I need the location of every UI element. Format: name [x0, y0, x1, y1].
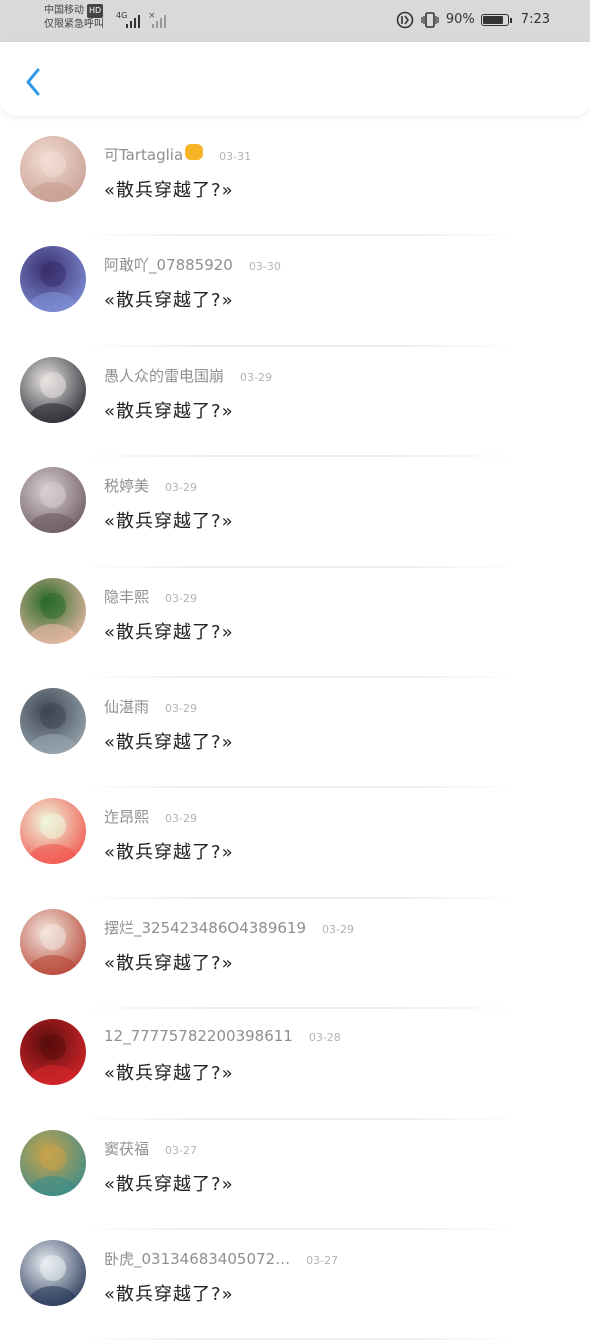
avatar-image [20, 798, 86, 865]
avatar[interactable] [20, 356, 86, 423]
data-saver-icon [396, 11, 414, 29]
comment-item[interactable]: 12_77775782200398611 03-28 «散兵穿越了?» [0, 1009, 590, 1120]
comment-date: 03-29 [165, 591, 197, 605]
top-bar [0, 42, 590, 116]
comment-meta: 阿敢吖_07885920 03-30 [104, 254, 281, 275]
comment-date: 03-29 [240, 370, 272, 384]
comment-text: «散兵穿越了?» [104, 1173, 234, 1195]
comment-date: 03-27 [306, 1253, 339, 1267]
clock: 7:23 [520, 12, 550, 27]
username[interactable]: 仙湛雨 [104, 696, 149, 717]
comment-item[interactable]: 迮昂熙 03-29 «散兵穿越了?» [0, 788, 590, 899]
network-type: 4G [116, 11, 127, 20]
comment-date: 03-31 [219, 150, 252, 163]
comment-item[interactable]: 仙湛雨 03-29 «散兵穿越了?» [0, 678, 590, 789]
avatar-image [20, 467, 86, 534]
username[interactable]: 隐丰熙 [104, 586, 149, 607]
comment-item[interactable]: 可Tartaglia 03-31 «散兵穿越了?» [0, 126, 590, 237]
comment-text: «散兵穿越了?» [104, 400, 234, 422]
comment-meta: 仙湛雨 03-29 [104, 696, 197, 717]
comment-text: «散兵穿越了?» [104, 180, 234, 201]
carrier-info: 中国移动 HD 仅限紧急呼叫 [44, 4, 104, 32]
avatar[interactable] [20, 1129, 86, 1196]
comment-meta: 摆烂_325423486O4389619 03-29 [104, 917, 354, 938]
avatar[interactable] [20, 908, 86, 975]
comment-date: 03-29 [165, 812, 197, 826]
comment-item[interactable]: 窦茯福 03-27 «散兵穿越了?» [0, 1120, 590, 1230]
back-button[interactable] [16, 64, 52, 100]
signal-icon: 4G × [116, 11, 166, 28]
comment-text: «散兵穿越了?» [104, 731, 234, 753]
avatar[interactable] [20, 687, 86, 754]
comment-text: «散兵穿越了?» [104, 621, 234, 643]
carrier-name: 中国移动 [44, 5, 84, 16]
avatar[interactable] [20, 798, 86, 865]
carrier-status: 仅限紧急呼叫 [44, 19, 104, 30]
comment-meta: 12_77775782200398611 03-28 [104, 1027, 341, 1045]
battery-percent: 90% [445, 12, 475, 27]
comment-item[interactable]: 摆烂_325423486O4389619 03-29 «散兵穿越了?» [0, 899, 590, 1010]
username[interactable]: 愚人众的雷电国崩 [104, 365, 224, 386]
comment-date: 03-29 [165, 481, 197, 495]
comment-item[interactable]: 隐丰熙 03-29 «散兵穿越了?» [0, 568, 590, 678]
fist-emoji-icon [185, 144, 204, 160]
avatar-image [20, 577, 86, 644]
avatar-image [20, 246, 86, 313]
comment-meta: 隐丰熙 03-29 [104, 586, 197, 607]
avatar-image [20, 356, 86, 423]
hd-badge: HD [87, 4, 104, 18]
avatar[interactable] [20, 467, 86, 534]
comment-date: 03-29 [322, 922, 354, 936]
comment-meta: 迮昂熙 03-29 [104, 806, 197, 827]
avatar[interactable] [20, 246, 86, 313]
comment-text: «散兵穿越了?» [104, 952, 234, 974]
avatar-image [20, 908, 86, 975]
username[interactable]: 12_77775782200398611 [104, 1027, 293, 1045]
comment-meta: 卧虎_03134683405072… 03-27 [104, 1248, 338, 1269]
avatar[interactable] [20, 1239, 86, 1306]
comment-item[interactable]: 卧虎_03134683405072… 03-27 «散兵穿越了?» [0, 1230, 590, 1340]
comment-meta: 窦茯福 03-27 [104, 1138, 197, 1159]
comment-meta: 可Tartaglia 03-31 [104, 144, 251, 165]
avatar-image [20, 687, 86, 754]
comment-item[interactable]: 税婷美 03-29 «散兵穿越了?» [0, 457, 590, 568]
status-bar: 中国移动 HD 仅限紧急呼叫 4G × 90% 7:23 [0, 0, 590, 42]
comment-meta: 税婷美 03-29 [104, 475, 197, 496]
comment-date: 03-27 [165, 1143, 197, 1157]
username[interactable]: 税婷美 [104, 475, 149, 496]
avatar-image [20, 1019, 86, 1086]
avatar-image [20, 1129, 86, 1196]
comment-text: «散兵穿越了?» [104, 1283, 234, 1305]
username[interactable]: 窦茯福 [104, 1138, 149, 1159]
username[interactable]: 迮昂熙 [104, 806, 149, 827]
comment-meta: 愚人众的雷电国崩 03-29 [104, 365, 272, 386]
svg-text:×: × [148, 11, 156, 21]
vibrate-icon [421, 12, 439, 28]
comment-date: 03-29 [165, 701, 197, 715]
comment-date: 03-28 [308, 1031, 341, 1045]
comment-text: «散兵穿越了?» [104, 1063, 234, 1085]
comment-item[interactable]: 阿敢吖_07885920 03-30 «散兵穿越了?» [0, 236, 590, 347]
comment-text: «散兵穿越了?» [104, 290, 234, 312]
battery-icon [480, 14, 512, 26]
avatar[interactable] [20, 1019, 86, 1086]
username[interactable]: 摆烂_325423486O4389619 [104, 917, 306, 938]
chevron-left-icon [26, 68, 40, 96]
comment-date: 03-30 [248, 260, 281, 274]
comment-item[interactable]: 愚人众的雷电国崩 03-29 «散兵穿越了?» [0, 347, 590, 458]
avatar-image [20, 136, 86, 202]
comment-text: «散兵穿越了?» [104, 842, 234, 864]
comment-list: 可Tartaglia 03-31 «散兵穿越了?» 阿敢吖_07885920 03-30… [0, 126, 590, 1340]
avatar[interactable] [20, 136, 86, 202]
username[interactable]: 阿敢吖_07885920 [104, 254, 233, 275]
avatar[interactable] [20, 577, 86, 644]
status-right: 90% 7:23 [396, 10, 550, 30]
username[interactable]: 卧虎_03134683405072… [104, 1248, 290, 1269]
comment-text: «散兵穿越了?» [104, 511, 234, 533]
avatar-image [20, 1239, 86, 1306]
username[interactable]: 可Tartaglia [104, 144, 183, 165]
